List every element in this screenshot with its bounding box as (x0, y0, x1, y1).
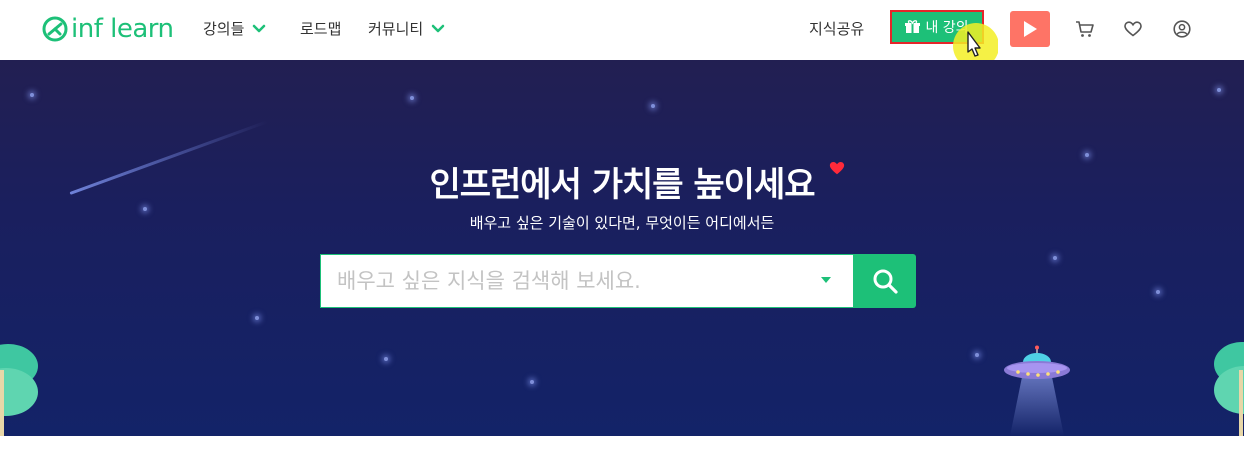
search-button[interactable] (854, 254, 916, 308)
star-decoration (410, 96, 414, 100)
heart-decoration-icon (829, 161, 845, 175)
star-decoration (1217, 88, 1221, 92)
chevron-down-icon (253, 24, 266, 33)
nav-roadmap[interactable]: 로드맵 (300, 19, 341, 39)
star-decoration (1085, 153, 1089, 157)
tree-left-decoration (0, 344, 38, 436)
search-input[interactable] (335, 255, 819, 307)
play-button[interactable] (1010, 11, 1050, 47)
user-icon (1173, 20, 1191, 38)
star-decoration (1053, 256, 1057, 260)
hero-banner: 인프런에서 가치를 높이세요 배우고 싶은 기술이 있다면, 무엇이든 어디에서… (0, 60, 1244, 436)
search-icon (873, 269, 898, 294)
inflearn-logo[interactable]: inf learn (42, 11, 174, 47)
play-icon (1024, 21, 1037, 37)
page-below-hero (0, 436, 1244, 466)
star-decoration (530, 380, 534, 384)
tree-right-decoration (1214, 342, 1244, 436)
star-decoration (384, 357, 388, 361)
top-navigation-bar: inf learn 강의들 로드맵 커뮤니티 지식공유 내 강의 (0, 0, 1244, 69)
nav-courses[interactable]: 강의들 (203, 19, 266, 39)
nav-community[interactable]: 커뮤니티 (368, 19, 445, 39)
star-decoration (975, 353, 979, 357)
search-box (320, 254, 854, 308)
logo-mark-icon (42, 16, 68, 42)
hero-subtitle: 배우고 싶은 기술이 있다면, 무엇이든 어디에서든 (469, 214, 775, 232)
star-decoration (651, 104, 655, 108)
cart-icon (1076, 21, 1094, 37)
star-decoration (30, 93, 34, 97)
ufo-decoration (1004, 345, 1070, 436)
heart-icon (1124, 21, 1142, 37)
profile-button[interactable] (1171, 18, 1193, 40)
logo-text: inf learn (71, 14, 174, 44)
nav-community-label: 커뮤니티 (368, 20, 424, 38)
star-decoration (255, 316, 259, 320)
caret-down-icon[interactable] (821, 277, 831, 284)
star-decoration (1156, 290, 1160, 294)
nav-courses-label: 강의들 (203, 20, 245, 38)
chevron-down-icon (431, 24, 445, 33)
cart-button[interactable] (1074, 18, 1096, 40)
knowledge-share-link[interactable]: 지식공유 (809, 19, 864, 39)
nav-roadmap-label: 로드맵 (300, 20, 342, 38)
hero-title: 인프런에서 가치를 높이세요 (429, 165, 815, 205)
gift-icon (905, 20, 921, 33)
wishlist-button[interactable] (1122, 18, 1144, 40)
